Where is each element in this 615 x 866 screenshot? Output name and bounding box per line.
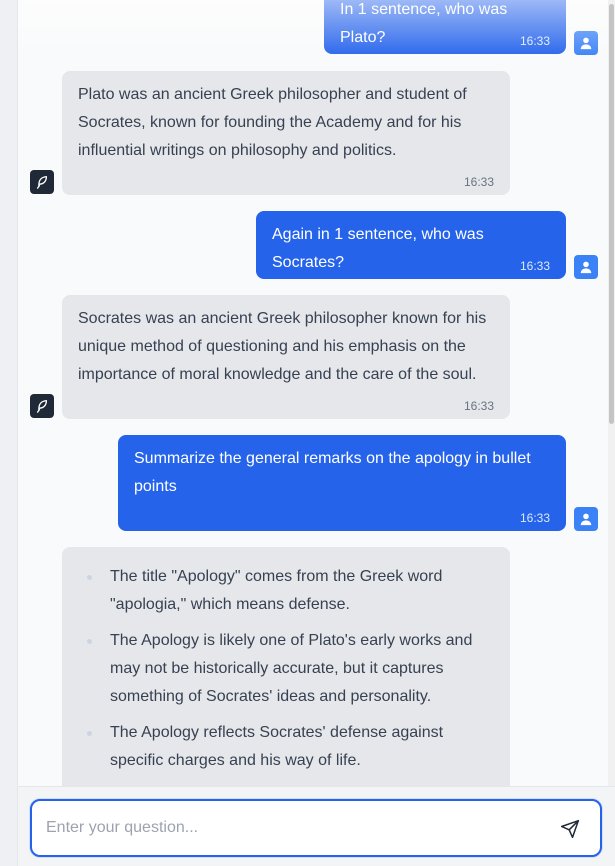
list-item: The title "Apology" comes from the Greek… — [78, 563, 494, 619]
user-message: Summarize the general remarks on the apo… — [118, 435, 566, 531]
send-button[interactable] — [558, 817, 582, 841]
question-input-box[interactable] — [30, 799, 602, 857]
feather-icon — [36, 400, 48, 413]
feather-icon — [36, 176, 48, 189]
chat-history[interactable]: In 1 sentence, who was Plato? 16:33 Plat… — [18, 0, 608, 786]
left-panel-edge — [0, 0, 18, 866]
message-text: Again in 1 sentence, who was Socrates? — [272, 226, 484, 271]
message-time: 16:33 — [463, 399, 494, 413]
user-icon — [580, 513, 592, 526]
user-message: In 1 sentence, who was Plato? 16:33 — [324, 0, 566, 54]
message-time: 16:33 — [519, 259, 550, 273]
scrollbar-thumb[interactable] — [609, 4, 614, 424]
assistant-avatar — [30, 170, 54, 194]
user-icon — [580, 261, 592, 274]
bullet-list: The title "Apology" comes from the Greek… — [78, 563, 494, 775]
message-text: Summarize the general remarks on the apo… — [134, 450, 531, 495]
assistant-message: Socrates was an ancient Greek philosophe… — [62, 295, 510, 419]
assistant-message: Plato was an ancient Greek philosopher a… — [62, 71, 510, 195]
message-time: 16:33 — [463, 175, 494, 189]
message-text: Socrates was an ancient Greek philosophe… — [78, 310, 487, 383]
input-bar — [18, 786, 615, 866]
user-avatar — [574, 255, 598, 279]
message-text: In 1 sentence, who was Plato? — [340, 1, 508, 46]
assistant-message: The title "Apology" comes from the Greek… — [62, 547, 510, 786]
user-avatar — [574, 507, 598, 531]
list-item: The Apology is likely one of Plato's ear… — [78, 627, 494, 711]
send-icon — [560, 819, 580, 839]
message-time: 16:33 — [519, 34, 550, 48]
message-text: Plato was an ancient Greek philosopher a… — [78, 86, 467, 159]
assistant-avatar — [30, 394, 54, 418]
question-input[interactable] — [46, 815, 526, 841]
user-avatar — [574, 31, 598, 55]
user-message: Again in 1 sentence, who was Socrates? 1… — [256, 211, 566, 279]
list-item: The Apology reflects Socrates' defense a… — [78, 719, 494, 775]
user-icon — [580, 37, 592, 50]
message-time: 16:33 — [519, 511, 550, 525]
chat-scrollbar[interactable] — [608, 0, 615, 786]
